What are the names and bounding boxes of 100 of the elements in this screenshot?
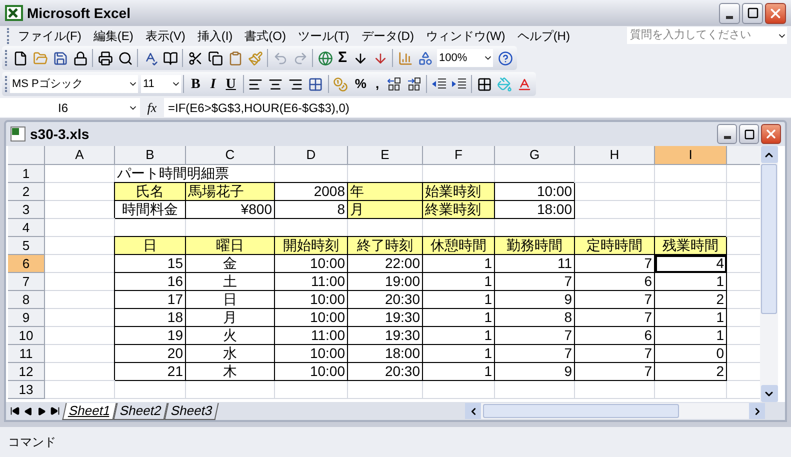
- name-box[interactable]: I6: [0, 98, 140, 117]
- table-cell: [45, 345, 115, 363]
- increase-decimal-icon[interactable]: [386, 77, 402, 91]
- font-size-dropdown[interactable]: 11: [141, 75, 181, 93]
- column-header[interactable]: H: [575, 146, 655, 165]
- horizontal-scrollbar[interactable]: [465, 403, 765, 419]
- menu-item[interactable]: 挿入(I): [191, 26, 239, 44]
- menu-item[interactable]: ツール(T): [292, 26, 356, 44]
- column-header[interactable]: C: [186, 146, 275, 165]
- bold-button[interactable]: B: [186, 74, 206, 94]
- table-cell: 1: [655, 327, 727, 345]
- table-cell: 10:00: [275, 363, 348, 381]
- previous-sheet-icon[interactable]: [24, 406, 33, 416]
- help-search-field[interactable]: 質問を入力してください: [627, 27, 787, 44]
- scroll-left-icon[interactable]: [465, 403, 481, 419]
- table-cell: [115, 219, 186, 237]
- scroll-down-icon[interactable]: [760, 385, 778, 402]
- table-cell: 水: [186, 345, 275, 363]
- indent-icon[interactable]: [451, 77, 468, 91]
- table-cell: 1: [423, 291, 495, 309]
- menu-item[interactable]: ファイル(F): [12, 26, 88, 44]
- sheet-tab[interactable]: Sheet2: [113, 402, 168, 420]
- font-dropdown[interactable]: MS Pゴシック: [10, 75, 138, 93]
- table-cell: 7: [575, 255, 655, 273]
- maximize-button[interactable]: [739, 124, 759, 144]
- table-cell: [655, 219, 727, 237]
- row-header[interactable]: 10: [8, 327, 45, 345]
- column-header[interactable]: G: [495, 146, 575, 165]
- autosum-button[interactable]: Σ: [335, 46, 350, 70]
- table-cell: [423, 165, 495, 183]
- table-cell: 定時時間: [575, 237, 655, 255]
- formula-field[interactable]: =IF(E6>$G$3,HOUR(E6-$G$3),0): [164, 98, 791, 117]
- column-header[interactable]: E: [348, 146, 423, 165]
- table-cell: 9: [495, 291, 575, 309]
- table-cell: 年: [348, 183, 423, 201]
- first-sheet-icon[interactable]: [10, 406, 20, 416]
- table-cell: [423, 219, 495, 237]
- row-header[interactable]: 5: [8, 237, 45, 255]
- row-header[interactable]: 3: [8, 201, 45, 219]
- menu-item[interactable]: 書式(O): [238, 26, 292, 44]
- scroll-right-icon[interactable]: [749, 403, 765, 419]
- zoom-dropdown[interactable]: 100%: [437, 49, 494, 67]
- table-cell: 土: [186, 273, 275, 291]
- row-header[interactable]: 9: [8, 309, 45, 327]
- status-text: コマンド: [8, 434, 56, 451]
- maximize-button[interactable]: [742, 2, 763, 24]
- table-cell: 19:30: [348, 309, 423, 327]
- menu-item[interactable]: 表示(V): [139, 26, 192, 44]
- column-header[interactable]: F: [423, 146, 495, 165]
- outdent-icon[interactable]: [431, 77, 448, 91]
- table-cell: 7: [495, 327, 575, 345]
- table-cell: 曜日: [186, 237, 275, 255]
- row-header[interactable]: 4: [8, 219, 45, 237]
- row-header[interactable]: 13: [8, 381, 45, 399]
- menu-item[interactable]: データ(D): [355, 26, 420, 44]
- comma-button[interactable]: ,: [370, 74, 384, 94]
- table-cell: 日: [115, 237, 186, 255]
- table-cell: 馬場花子: [186, 183, 275, 201]
- scroll-up-icon[interactable]: [760, 146, 778, 163]
- table-cell: 氏名: [115, 183, 186, 201]
- decrease-decimal-icon[interactable]: [406, 77, 422, 91]
- row-header[interactable]: 12: [8, 363, 45, 381]
- scroll-thumb[interactable]: [483, 404, 679, 418]
- window-title: Microsoft Excel: [27, 4, 130, 22]
- next-sheet-icon[interactable]: [37, 406, 46, 416]
- row-header[interactable]: 2: [8, 183, 45, 201]
- table-cell: 20:30: [348, 291, 423, 309]
- table-cell: 7: [575, 309, 655, 327]
- table-cell: 1: [423, 345, 495, 363]
- vertical-scrollbar[interactable]: [760, 146, 778, 402]
- menu-item[interactable]: 編集(E): [87, 26, 140, 44]
- row-header[interactable]: 6: [8, 255, 45, 273]
- maximize-icon[interactable]: [744, 128, 754, 140]
- row-header[interactable]: 8: [8, 291, 45, 309]
- table-cell: 日: [186, 291, 275, 309]
- maximize-icon[interactable]: [746, 7, 758, 19]
- table-cell: [45, 291, 115, 309]
- table-cell: 17: [115, 291, 186, 309]
- minimize-button[interactable]: [717, 124, 737, 144]
- function-label[interactable]: fx: [140, 98, 164, 118]
- menu-item[interactable]: ヘルプ(H): [511, 26, 576, 44]
- minimize-button[interactable]: [719, 2, 740, 24]
- last-sheet-icon[interactable]: [50, 406, 60, 416]
- table-cell: 19:00: [348, 273, 423, 291]
- sheet-tab[interactable]: Sheet1: [62, 402, 117, 420]
- italic-button[interactable]: I: [205, 74, 221, 94]
- row-header[interactable]: 1: [8, 165, 45, 183]
- scroll-thumb[interactable]: [761, 164, 777, 314]
- column-header[interactable]: B: [115, 146, 186, 165]
- row-header[interactable]: 11: [8, 345, 45, 363]
- percent-button[interactable]: %: [350, 74, 370, 94]
- row-header[interactable]: 7: [8, 273, 45, 291]
- table-cell: [655, 165, 727, 183]
- column-header[interactable]: I: [655, 146, 727, 165]
- table-cell: [45, 327, 115, 345]
- underline-button[interactable]: U: [220, 74, 241, 94]
- sheet-tab[interactable]: Sheet3: [164, 402, 220, 420]
- column-header[interactable]: A: [45, 146, 115, 165]
- menu-item[interactable]: ウィンドウ(W): [420, 26, 512, 44]
- column-header[interactable]: D: [275, 146, 348, 165]
